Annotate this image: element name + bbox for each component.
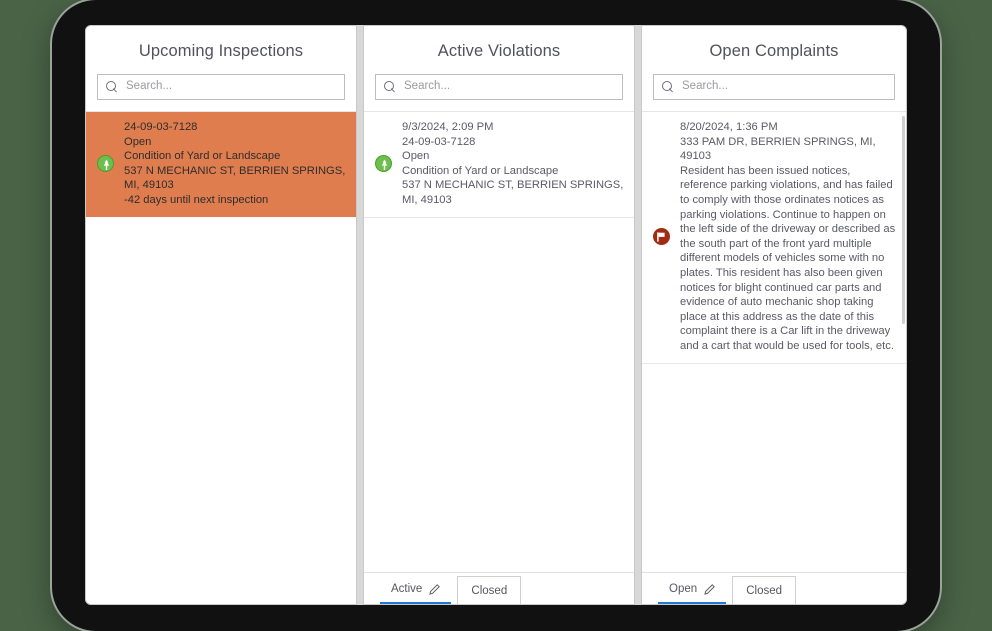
tab-closed[interactable]: Closed xyxy=(457,576,522,604)
list-item-text: 8/20/2024, 1:36 PM 333 PAM DR, BERRIEN S… xyxy=(680,120,898,354)
green-tree-marker-icon xyxy=(374,155,392,173)
tab-label: Closed xyxy=(471,584,508,597)
red-flag-marker-icon xyxy=(652,228,670,246)
list-item-line: 537 N MECHANIC ST, BERRIEN SPRINGS, MI, … xyxy=(124,164,346,192)
list-item-icon-column xyxy=(92,155,118,173)
panel-active-violations: Active Violations Search... 9/3/2024, 2:… xyxy=(363,25,635,605)
tab-open[interactable]: Open xyxy=(658,576,727,604)
search-placeholder-active-violations: Search... xyxy=(404,80,451,93)
list-item-icon-column xyxy=(648,228,674,246)
list-item-line: 333 PAM DR, BERRIEN SPRINGS, MI, 49103 xyxy=(680,135,876,163)
search-wrapper-upcoming-inspections: Search... xyxy=(86,74,356,111)
list-item-line: 24-09-03-7128 xyxy=(124,121,198,133)
list-upcoming-inspections: 24-09-03-7128 Open Condition of Yard or … xyxy=(86,111,356,604)
tabbar-active-violations: Active Closed xyxy=(364,572,634,604)
search-placeholder-open-complaints: Search... xyxy=(682,80,729,93)
panel-upcoming-inspections: Upcoming Inspections Search... 24-09-03-… xyxy=(85,25,357,605)
list-item[interactable]: 8/20/2024, 1:36 PM 333 PAM DR, BERRIEN S… xyxy=(642,112,906,364)
list-item[interactable]: 24-09-03-7128 Open Condition of Yard or … xyxy=(86,112,356,217)
panel-title-open-complaints: Open Complaints xyxy=(709,42,839,60)
list-item-line: 24-09-03-7128 xyxy=(402,135,476,148)
search-icon xyxy=(384,81,396,93)
search-input-active-violations[interactable]: Search... xyxy=(375,74,623,100)
list-item-text: 9/3/2024, 2:09 PM 24-09-03-7128 Open Con… xyxy=(402,120,626,208)
search-icon xyxy=(662,81,674,93)
list-item-line: Open xyxy=(402,150,430,163)
tabbar-open-complaints: Open Closed xyxy=(642,572,906,604)
search-placeholder-upcoming-inspections: Search... xyxy=(126,80,173,93)
list-item-line: Condition of Yard or Landscape xyxy=(402,164,559,177)
list-item-line: Open xyxy=(124,135,152,148)
scrollbar-thumb[interactable] xyxy=(902,116,905,324)
panel-open-complaints: Open Complaints Search... 8/20/2024, 1:3… xyxy=(641,25,907,605)
scrollbar-open-complaints[interactable] xyxy=(901,112,906,572)
list-active-violations: 9/3/2024, 2:09 PM 24-09-03-7128 Open Con… xyxy=(364,111,634,572)
panel-title-upcoming-inspections: Upcoming Inspections xyxy=(138,42,304,60)
tab-label: Open xyxy=(669,583,698,595)
green-tree-marker-icon xyxy=(96,155,114,173)
tablet-device-frame: Upcoming Inspections Search... 24-09-03-… xyxy=(52,0,940,631)
list-item-text: 24-09-03-7128 Open Condition of Yard or … xyxy=(124,120,348,208)
list-item-line: Condition of Yard or Landscape xyxy=(124,150,281,163)
tab-label: Closed xyxy=(746,584,783,597)
list-item-icon-column xyxy=(370,155,396,173)
search-input-upcoming-inspections[interactable]: Search... xyxy=(97,74,345,100)
search-input-open-complaints[interactable]: Search... xyxy=(653,74,895,100)
tab-label: Active xyxy=(391,583,423,595)
list-item-line: -42 days until next inspection xyxy=(124,193,269,206)
list-item-line: 9/3/2024, 2:09 PM xyxy=(402,121,494,133)
list-item[interactable]: 9/3/2024, 2:09 PM 24-09-03-7128 Open Con… xyxy=(364,112,634,218)
panel-title-active-violations: Active Violations xyxy=(437,42,561,60)
search-icon xyxy=(106,81,118,93)
list-item-line: 537 N MECHANIC ST, BERRIEN SPRINGS, MI, … xyxy=(402,179,624,206)
edit-pencil-icon[interactable] xyxy=(704,583,715,595)
tablet-screen: Upcoming Inspections Search... 24-09-03-… xyxy=(85,25,907,605)
list-open-complaints: 8/20/2024, 1:36 PM 333 PAM DR, BERRIEN S… xyxy=(642,111,906,572)
list-item-line: 8/20/2024, 1:36 PM xyxy=(680,121,778,133)
tab-closed[interactable]: Closed xyxy=(732,576,797,604)
tab-active[interactable]: Active xyxy=(380,576,452,604)
list-item-line: Resident has been issued notices, refere… xyxy=(680,164,896,352)
search-wrapper-open-complaints: Search... xyxy=(642,74,906,111)
search-wrapper-active-violations: Search... xyxy=(364,74,634,111)
edit-pencil-icon[interactable] xyxy=(429,583,441,595)
